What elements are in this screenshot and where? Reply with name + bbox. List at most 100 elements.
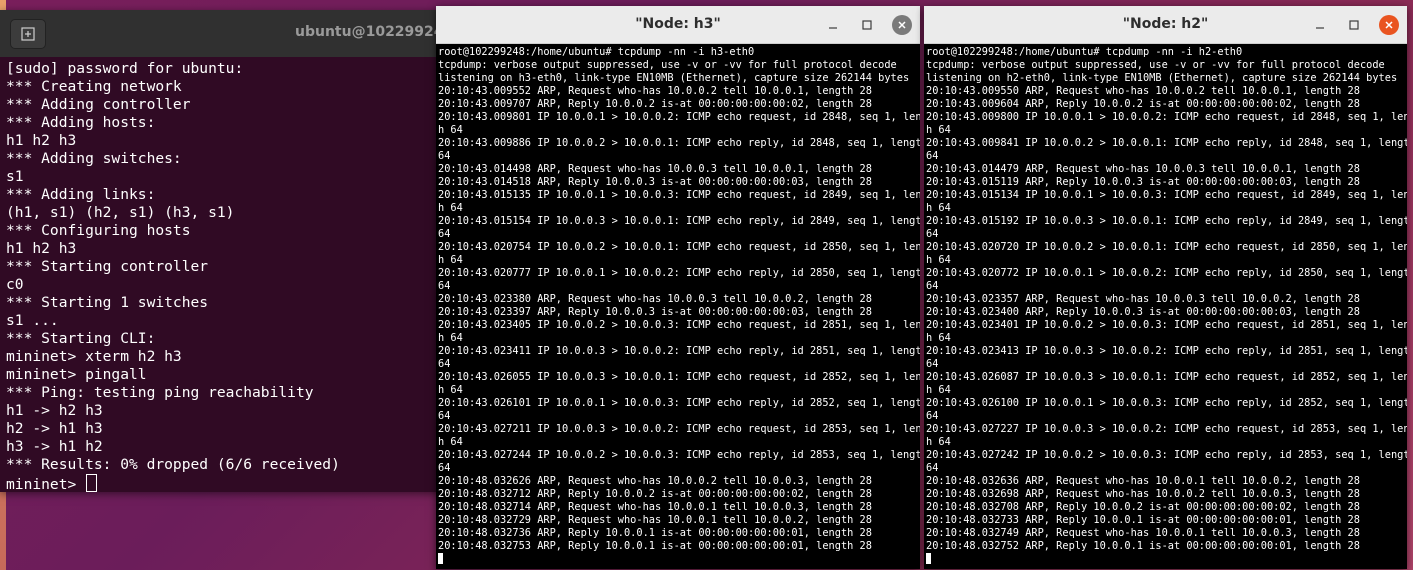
tcpdump-line: 20:10:48.032714 ARP, Request who-has 10.…	[438, 501, 872, 513]
mininet-terminal-window[interactable]: ubuntu@102299248: [sudo] password for ub…	[0, 10, 470, 492]
terminal-line: (h1, s1) (h2, s1) (h3, s1)	[6, 204, 235, 221]
close-icon	[898, 21, 906, 29]
xterm-cursor-line[interactable]	[926, 553, 1407, 566]
tcpdump-line: h 64	[926, 254, 951, 266]
terminal-line: *** Adding links:	[6, 186, 156, 203]
tcpdump-line: 20:10:48.032736 ARP, Reply 10.0.0.1 is-a…	[438, 527, 872, 539]
tcpdump-line: h 64	[438, 332, 463, 344]
maximize-button[interactable]	[1344, 15, 1364, 35]
tcpdump-line: 64	[926, 150, 939, 162]
tcpdump-line: 64	[438, 228, 451, 240]
maximize-button[interactable]	[857, 15, 877, 35]
tcpdump-line: 20:10:43.009550 ARP, Request who-has 10.…	[926, 85, 1360, 97]
tcpdump-line: 64	[926, 280, 939, 292]
terminal-line: *** Creating network	[6, 78, 182, 95]
tcpdump-line: 20:10:43.023400 ARP, Reply 10.0.0.3 is-a…	[926, 306, 1360, 318]
tcpdump-line: 64	[926, 462, 939, 474]
tcpdump-line: 20:10:43.026055 IP 10.0.0.3 > 10.0.0.1: …	[438, 371, 920, 383]
tcpdump-line: 64	[438, 150, 451, 162]
tcpdump-line: 64	[926, 228, 939, 240]
minimize-icon	[829, 27, 837, 29]
tcpdump-line: 20:10:43.014498 ARP, Request who-has 10.…	[438, 163, 872, 175]
xterm-h2-title: "Node: h2"	[1122, 16, 1209, 32]
terminal-line: *** Ping: testing ping reachability	[6, 384, 314, 401]
xterm-h3-output[interactable]: root@102299248:/home/ubuntu# tcpdump -nn…	[436, 44, 920, 566]
tcpdump-line: 20:10:48.032752 ARP, Reply 10.0.0.1 is-a…	[926, 540, 1360, 552]
tcpdump-line: 64	[438, 462, 451, 474]
tcpdump-line: listening on h3-eth0, link-type EN10MB (…	[438, 72, 910, 84]
tcpdump-line: 20:10:43.026101 IP 10.0.0.1 > 10.0.0.3: …	[438, 397, 920, 409]
tcpdump-line: 20:10:43.026087 IP 10.0.0.3 > 10.0.0.1: …	[926, 371, 1407, 383]
tcpdump-line: h 64	[438, 202, 463, 214]
xterm-h2-titlebar[interactable]: "Node: h2"	[924, 6, 1407, 44]
tcpdump-line: 20:10:43.026100 IP 10.0.0.1 > 10.0.0.3: …	[926, 397, 1407, 409]
terminal-prompt-line[interactable]: mininet>	[6, 474, 470, 492]
tcpdump-line: h 64	[926, 332, 951, 344]
tcpdump-line: 20:10:43.015154 IP 10.0.0.3 > 10.0.0.1: …	[438, 215, 920, 227]
terminal-prompt: mininet>	[6, 476, 86, 492]
new-tab-button[interactable]	[10, 19, 46, 49]
tcpdump-line: 20:10:43.014518 ARP, Reply 10.0.0.3 is-a…	[438, 176, 872, 188]
terminal-output[interactable]: [sudo] password for ubuntu: *** Creating …	[0, 57, 470, 492]
tcpdump-line: 20:10:43.020754 IP 10.0.0.2 > 10.0.0.1: …	[438, 241, 920, 253]
tcpdump-line: 20:10:43.009886 IP 10.0.0.2 > 10.0.0.1: …	[438, 137, 920, 149]
terminal-line: *** Starting controller	[6, 258, 209, 275]
tcpdump-line: 20:10:48.032708 ARP, Reply 10.0.0.2 is-a…	[926, 501, 1360, 513]
tcpdump-line: 20:10:43.015135 IP 10.0.0.1 > 10.0.0.3: …	[438, 189, 920, 201]
text-cursor	[86, 474, 98, 492]
terminal-line: *** Configuring hosts	[6, 222, 191, 239]
tcpdump-line: 20:10:48.032712 ARP, Reply 10.0.0.2 is-a…	[438, 488, 872, 500]
maximize-icon	[862, 20, 872, 30]
minimize-button[interactable]	[823, 15, 843, 35]
tcpdump-line: root@102299248:/home/ubuntu# tcpdump -nn…	[438, 46, 755, 58]
tcpdump-line: 20:10:43.009552 ARP, Request who-has 10.…	[438, 85, 872, 97]
xterm-window-h2[interactable]: "Node: h2" root@102299248:/home/ubuntu# …	[924, 6, 1407, 569]
tcpdump-line: listening on h2-eth0, link-type EN10MB (…	[926, 72, 1398, 84]
tcpdump-line: 20:10:48.032749 ARP, Request who-has 10.…	[926, 527, 1360, 539]
xterm-window-h3[interactable]: "Node: h3" root@102299248:/home/ubuntu# …	[436, 6, 920, 569]
terminal-line: *** Results: 0% dropped (6/6 received)	[6, 456, 340, 473]
tcpdump-line: root@102299248:/home/ubuntu# tcpdump -nn…	[926, 46, 1243, 58]
minimize-button[interactable]	[1310, 15, 1330, 35]
close-button[interactable]	[892, 15, 912, 35]
tcpdump-line: 20:10:48.032636 ARP, Request who-has 10.…	[926, 475, 1360, 487]
new-tab-icon	[21, 27, 35, 41]
terminal-titlebar[interactable]: ubuntu@102299248:	[0, 10, 470, 57]
tcpdump-line: 20:10:43.027244 IP 10.0.0.2 > 10.0.0.3: …	[438, 449, 920, 461]
terminal-line: h1 -> h2 h3	[6, 402, 103, 419]
tcpdump-line: tcpdump: verbose output suppressed, use …	[438, 59, 897, 71]
tcpdump-line: 20:10:43.023413 IP 10.0.0.3 > 10.0.0.2: …	[926, 345, 1407, 357]
tcpdump-line: 20:10:43.009800 IP 10.0.0.1 > 10.0.0.2: …	[926, 111, 1407, 123]
tcpdump-line: 20:10:48.032753 ARP, Reply 10.0.0.1 is-a…	[438, 540, 872, 552]
terminal-line: *** Adding switches:	[6, 150, 182, 167]
terminal-line: s1 ...	[6, 312, 59, 329]
terminal-line: *** Starting CLI:	[6, 330, 156, 347]
maximize-icon	[1349, 20, 1359, 30]
minimize-icon	[1316, 27, 1324, 29]
tcpdump-line: 64	[926, 358, 939, 370]
terminal-line: [sudo] password for ubuntu:	[6, 60, 244, 77]
xterm-h3-titlebar[interactable]: "Node: h3"	[436, 6, 920, 44]
tcpdump-line: 20:10:43.009801 IP 10.0.0.1 > 10.0.0.2: …	[438, 111, 920, 123]
terminal-line: *** Adding controller	[6, 96, 191, 113]
tcpdump-line: 20:10:43.023357 ARP, Request who-has 10.…	[926, 293, 1360, 305]
tcpdump-line: 20:10:48.032626 ARP, Request who-has 10.…	[438, 475, 872, 487]
tcpdump-line: h 64	[438, 254, 463, 266]
tcpdump-line: 20:10:43.023380 ARP, Request who-has 10.…	[438, 293, 872, 305]
close-button[interactable]	[1379, 15, 1399, 35]
tcpdump-line: 20:10:43.027242 IP 10.0.0.2 > 10.0.0.3: …	[926, 449, 1407, 461]
terminal-line: h1 h2 h3	[6, 240, 77, 257]
xterm-h2-output[interactable]: root@102299248:/home/ubuntu# tcpdump -nn…	[924, 44, 1407, 566]
tcpdump-line: 20:10:43.015134 IP 10.0.0.1 > 10.0.0.3: …	[926, 189, 1407, 201]
terminal-line: s1	[6, 168, 24, 185]
tcpdump-line: 20:10:43.020720 IP 10.0.0.2 > 10.0.0.1: …	[926, 241, 1407, 253]
tcpdump-line: h 64	[926, 384, 951, 396]
text-cursor	[438, 553, 443, 564]
terminal-line: *** Adding hosts:	[6, 114, 156, 131]
terminal-title: ubuntu@102299248:	[295, 24, 459, 40]
tcpdump-line: 20:10:43.015192 IP 10.0.0.3 > 10.0.0.1: …	[926, 215, 1407, 227]
tcpdump-line: 20:10:43.023411 IP 10.0.0.3 > 10.0.0.2: …	[438, 345, 920, 357]
xterm-cursor-line[interactable]	[438, 553, 920, 566]
tcpdump-line: 20:10:43.020772 IP 10.0.0.1 > 10.0.0.2: …	[926, 267, 1407, 279]
tcpdump-line: 20:10:43.023397 ARP, Reply 10.0.0.3 is-a…	[438, 306, 872, 318]
